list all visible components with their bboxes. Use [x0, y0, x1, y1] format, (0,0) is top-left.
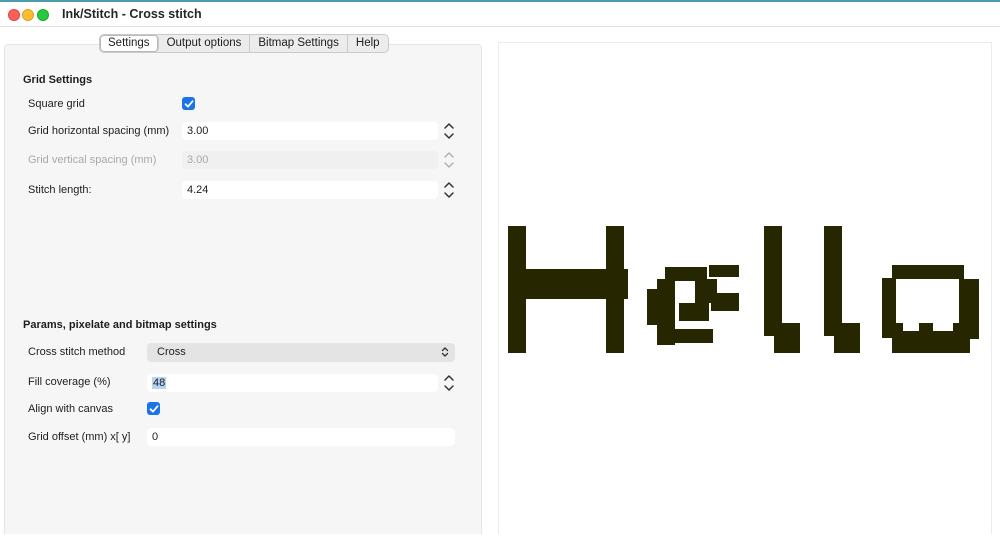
fill-coverage-value: 48	[152, 377, 167, 389]
stitch-length-stepper-icon[interactable]	[442, 180, 456, 200]
chevron-up-down-icon	[441, 347, 449, 357]
h-spacing-stepper-icon[interactable]	[442, 121, 456, 141]
align-canvas-checkbox[interactable]	[147, 402, 160, 415]
v-spacing-input: 3.00	[182, 151, 438, 169]
fill-coverage-stepper-icon[interactable]	[442, 373, 456, 393]
h-spacing-label: Grid horizontal spacing (mm)	[28, 125, 170, 137]
grid-settings-heading: Grid Settings	[23, 74, 93, 86]
minimize-window-button[interactable]	[22, 9, 34, 21]
v-spacing-stepper-icon	[444, 152, 454, 168]
grid-offset-input[interactable]: 0	[147, 428, 455, 446]
grid-offset-label: Grid offset (mm) x[ y]	[28, 431, 131, 443]
v-spacing-label: Grid vertical spacing (mm)	[28, 154, 157, 166]
checkmark-icon	[149, 404, 158, 412]
close-window-button[interactable]	[8, 9, 20, 21]
title-bar: Ink/Stitch - Cross stitch	[0, 2, 1000, 27]
align-canvas-label: Align with canvas	[28, 403, 113, 415]
tab-output-options[interactable]: Output options	[159, 35, 251, 52]
hello-stitch-preview	[508, 226, 979, 353]
square-grid-label: Square grid	[28, 98, 85, 110]
tab-bar: Settings Output options Bitmap Settings …	[99, 34, 389, 53]
tab-settings[interactable]: Settings	[100, 35, 159, 52]
params-heading: Params, pixelate and bitmap settings	[23, 319, 217, 331]
window-title: Ink/Stitch - Cross stitch	[62, 7, 202, 21]
checkmark-icon	[184, 99, 193, 107]
stitch-length-label: Stitch length:	[28, 184, 92, 196]
tab-help[interactable]: Help	[348, 35, 388, 52]
method-select-value: Cross	[157, 346, 186, 358]
preview-canvas	[498, 42, 992, 534]
tab-bitmap-settings[interactable]: Bitmap Settings	[250, 35, 348, 52]
stitch-length-input[interactable]: 4.24	[182, 181, 438, 199]
method-select[interactable]: Cross	[147, 343, 455, 362]
h-spacing-input[interactable]: 3.00	[182, 122, 438, 140]
maximize-window-button[interactable]	[37, 9, 49, 21]
square-grid-checkbox[interactable]	[182, 97, 195, 110]
settings-panel	[4, 44, 482, 534]
fill-coverage-input[interactable]: 48	[147, 374, 438, 392]
method-label: Cross stitch method	[28, 346, 126, 358]
fill-coverage-label: Fill coverage (%)	[28, 376, 111, 388]
